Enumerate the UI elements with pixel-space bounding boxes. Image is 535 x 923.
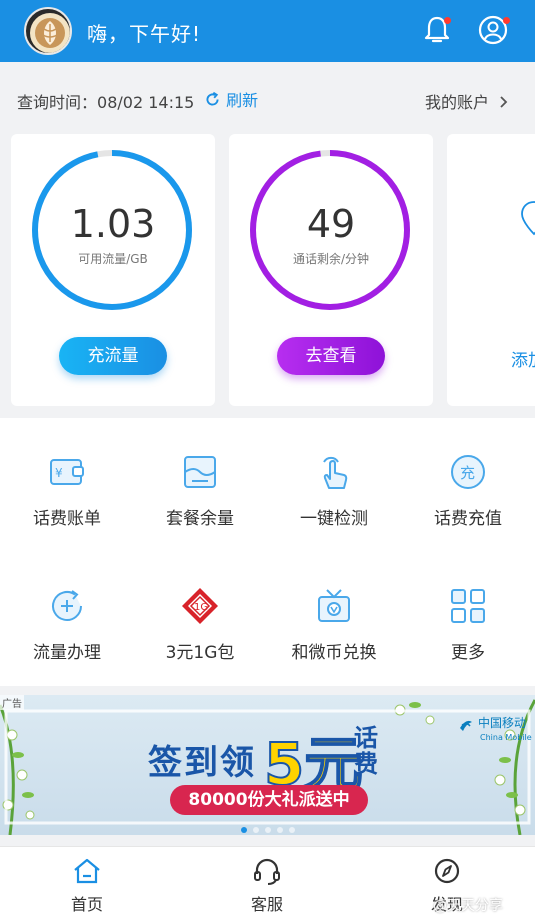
my-account-label: 我的账户 <box>425 93 490 112</box>
grid-label-data-plan: 流量办理 <box>33 643 101 663</box>
banner-dot-active[interactable] <box>240 827 247 833</box>
banner-title: 签到领 <box>148 743 256 783</box>
china-mobile-logo-icon <box>460 720 472 731</box>
grid-item-bill[interactable]: ¥ 话费账单 <box>0 452 134 529</box>
minutes-remaining-label: 通话剩余/分钟 <box>292 252 370 266</box>
add-card[interactable]: 添加 <box>447 134 535 406</box>
package-icon <box>184 456 216 488</box>
compass-icon <box>434 858 460 884</box>
tab-home-label: 首页 <box>70 895 103 914</box>
grid-item-package[interactable]: 套餐余量 <box>133 452 267 529</box>
ad-tag: 广告 <box>0 695 24 710</box>
promo-banner[interactable]: 广告 签到领 5元 话费 80000份大礼派送中 中国移动 China Mobi… <box>0 695 535 835</box>
profile-notification-dot <box>503 17 510 24</box>
bell-notification-dot <box>444 17 451 24</box>
data-plus-icon <box>52 590 82 621</box>
grid-label-recharge: 话费充值 <box>434 509 502 529</box>
grid-label-more: 更多 <box>451 643 485 663</box>
grid-item-coin-exchange[interactable]: 和微币兑换 <box>267 586 401 663</box>
banner-brand-cn: 中国移动 <box>478 716 527 730</box>
query-time: 查询时间：08/02 14:15 <box>17 89 194 113</box>
grid-item-recharge[interactable]: 充 话费充值 <box>401 452 535 529</box>
tab-service[interactable]: 客服 <box>207 857 327 915</box>
coin-exchange-icon <box>318 589 350 622</box>
query-bar: 查询时间：08/02 14:15 刷新 我的账户 <box>0 62 535 134</box>
grid-item-check[interactable]: 一键检测 <box>267 452 401 529</box>
tab-home[interactable]: 首页 <box>27 857 147 915</box>
more-grid-icon <box>451 589 485 623</box>
grid-item-data-plan[interactable]: 流量办理 <box>0 586 134 663</box>
greeting-text: 嗨，下午好! <box>87 22 202 46</box>
grid-label-3yuan-1g: 3元1G包 <box>165 643 235 663</box>
grid-label-check: 一键检测 <box>300 509 368 529</box>
banner-dot[interactable] <box>252 827 259 833</box>
add-card-label[interactable]: 添加 <box>511 346 535 371</box>
view-minutes-button[interactable]: 去查看 <box>277 337 385 375</box>
grid-label-package: 套餐余量 <box>166 509 234 529</box>
svg-text:¥: ¥ <box>55 466 63 480</box>
touch-icon <box>323 456 348 489</box>
my-account-link[interactable]: 我的账户 <box>425 89 510 113</box>
weibo-watermark: @天天分享 <box>433 898 503 914</box>
banner-brand-en: China Mobile <box>480 733 532 742</box>
banner-fee-text: 话费 <box>354 724 378 778</box>
gift-pack-icon: 1G <box>182 588 218 624</box>
grid-label-bill: 话费账单 <box>33 509 101 529</box>
headset-icon <box>254 858 280 885</box>
grid-label-coin-exchange: 和微币兑换 <box>291 643 377 663</box>
minutes-remaining-value: 49 <box>306 202 356 246</box>
grid-item-3yuan-1g[interactable]: 1G 3元1G包 <box>133 586 267 663</box>
recharge-icon: 充 <box>451 455 485 489</box>
refresh-button[interactable]: 刷新 <box>204 87 258 111</box>
banner-dot[interactable] <box>276 827 283 833</box>
user-avatar[interactable] <box>24 7 72 55</box>
grid-item-more[interactable]: 更多 <box>401 586 535 663</box>
home-icon <box>74 858 100 884</box>
bill-icon: ¥ <box>50 459 84 485</box>
query-time-label: 查询时间： <box>17 93 98 112</box>
location-pin-icon <box>521 201 535 236</box>
svg-text:充: 充 <box>460 464 475 482</box>
tab-service-label: 客服 <box>250 895 283 914</box>
banner-dot[interactable] <box>264 827 271 833</box>
data-usage-card[interactable]: 1.03 可用流量/GB 充流量 <box>11 134 215 406</box>
svg-text:1G: 1G <box>194 602 208 613</box>
data-remaining-value: 1.03 <box>70 202 156 246</box>
query-time-value: 08/02 14:15 <box>97 93 195 112</box>
banner-dot[interactable] <box>288 827 295 833</box>
chevron-right-icon <box>500 96 508 108</box>
banner-strip-text: 80000份大礼派送中 <box>170 785 368 815</box>
avatar-latte-icon <box>30 13 70 53</box>
data-remaining-label: 可用流量/GB <box>78 252 148 266</box>
buy-data-button[interactable]: 充流量 <box>59 337 167 375</box>
refresh-label: 刷新 <box>226 91 259 110</box>
function-grid: ¥ 话费账单 套餐余量 一键检测 充 话费充值 流量办理 1G 3元1G包 和微… <box>0 418 535 686</box>
top-header: 嗨，下午好! <box>0 0 535 62</box>
refresh-icon <box>206 91 219 106</box>
call-minutes-card[interactable]: 49 通话剩余/分钟 去查看 <box>229 134 433 406</box>
banner-pagination <box>0 818 535 835</box>
